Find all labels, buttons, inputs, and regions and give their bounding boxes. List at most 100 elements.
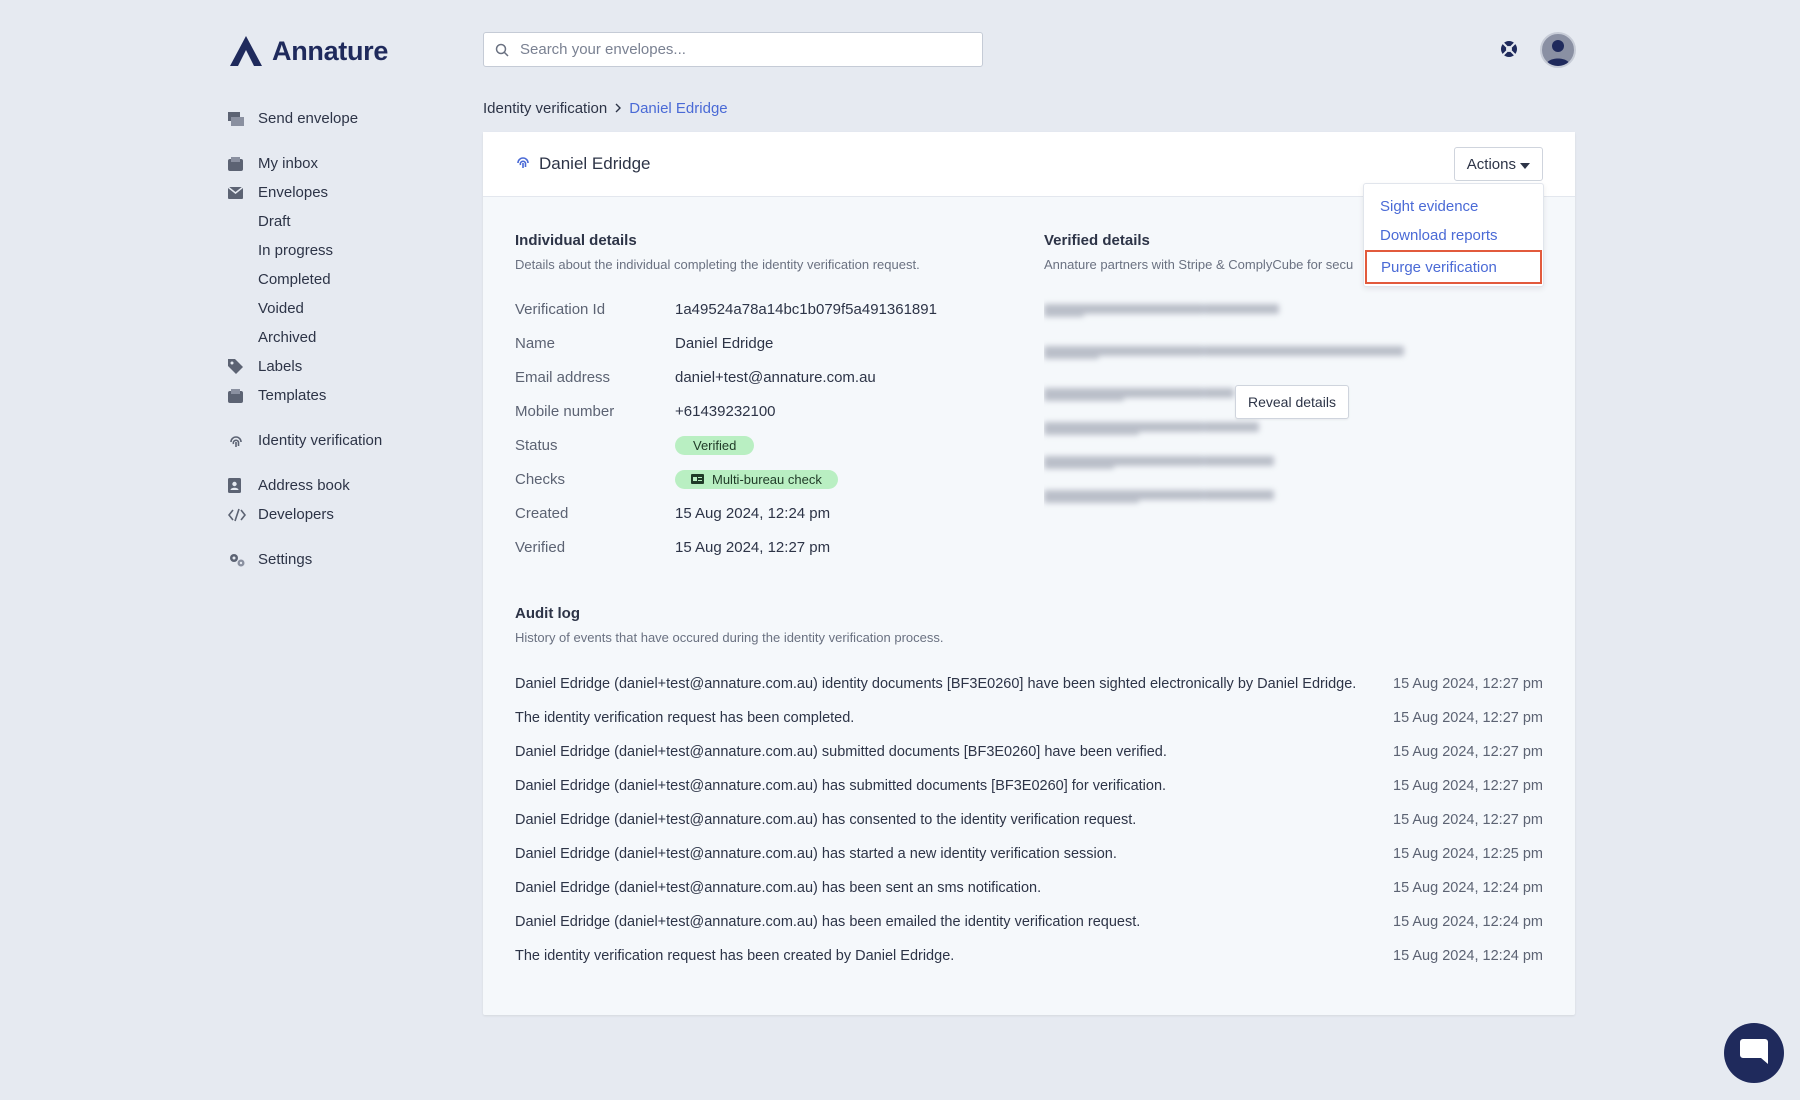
settings-gear-icon[interactable] <box>1498 38 1520 60</box>
audit-time: 15 Aug 2024, 12:24 pm <box>1393 948 1543 964</box>
audit-time: 15 Aug 2024, 12:27 pm <box>1393 676 1543 692</box>
audit-time: 15 Aug 2024, 12:27 pm <box>1393 812 1543 828</box>
fingerprint-icon <box>228 433 258 449</box>
templates-icon <box>228 388 258 403</box>
page-title: Daniel Edridge <box>539 154 651 173</box>
chat-button[interactable] <box>1724 1023 1784 1083</box>
inbox-icon <box>228 156 258 171</box>
search-box[interactable] <box>483 32 983 67</box>
verified-details-subtitle: Annature partners with Stripe & ComplyCu… <box>1044 257 1354 272</box>
actions-label: Actions <box>1466 155 1516 173</box>
chevron-right-icon <box>613 100 623 117</box>
sidebar-item-my-inbox[interactable]: My inbox <box>228 149 448 178</box>
sidebar-item-label: Send envelope <box>258 110 359 127</box>
detail-value: 1a49524a78a14bc1b079f5a491361891 <box>675 300 937 318</box>
sidebar-item-draft[interactable]: Draft <box>228 207 448 236</box>
audit-row: Daniel Edridge (daniel+test@annature.com… <box>515 871 1543 905</box>
audit-time: 15 Aug 2024, 12:27 pm <box>1393 710 1543 726</box>
sidebar-item-identity-verification[interactable]: Identity verification <box>228 426 448 455</box>
audit-row: Daniel Edridge (daniel+test@annature.com… <box>515 803 1543 837</box>
address-book-icon <box>228 478 258 493</box>
detail-row: Name Daniel Edridge <box>515 326 995 360</box>
detail-key: Mobile number <box>515 402 615 420</box>
sidebar-item-envelopes[interactable]: Envelopes <box>228 178 448 207</box>
menu-item-download-reports[interactable]: Download reports <box>1364 221 1543 250</box>
sidebar-item-label: Voided <box>258 300 304 317</box>
reveal-details-button[interactable]: Reveal details <box>1235 385 1349 419</box>
sidebar-item-developers[interactable]: Developers <box>228 500 448 529</box>
audit-time: 15 Aug 2024, 12:27 pm <box>1393 744 1543 760</box>
sidebar-item-label: My inbox <box>258 155 319 172</box>
sidebar-item-labels[interactable]: Labels <box>228 352 448 381</box>
audit-log: Audit log History of events that have oc… <box>515 605 1543 973</box>
sidebar-item-send-envelope[interactable]: Send envelope <box>228 104 448 133</box>
detail-value: Daniel Edridge <box>675 334 774 352</box>
chat-icon <box>1739 1037 1769 1070</box>
sidebar-item-label: Archived <box>258 329 317 346</box>
annature-logo-icon <box>230 36 262 66</box>
sidebar-item-label: Developers <box>258 506 334 523</box>
audit-row: Daniel Edridge (daniel+test@annature.com… <box>515 667 1543 701</box>
audit-message: Daniel Edridge (daniel+test@annature.com… <box>515 880 1042 896</box>
detail-row: Email address daniel+test@annature.com.au <box>515 360 995 394</box>
sidebar-item-voided[interactable]: Voided <box>228 294 448 323</box>
gears-icon <box>228 552 258 567</box>
app-name: Annature <box>272 35 389 66</box>
sidebar-item-label: Draft <box>258 213 291 230</box>
sidebar-item-in-progress[interactable]: In progress <box>228 236 448 265</box>
breadcrumb-current[interactable]: Daniel Edridge <box>629 100 727 117</box>
caret-down-icon <box>1520 156 1530 173</box>
id-card-icon <box>691 472 704 487</box>
detail-row: Status Verified <box>515 428 995 462</box>
sidebar-item-label: Templates <box>258 387 327 404</box>
audit-time: 15 Aug 2024, 12:25 pm <box>1393 846 1543 862</box>
search-input[interactable] <box>520 41 960 58</box>
detail-key: Created <box>515 504 569 522</box>
individual-details: Individual details Details about the ind… <box>515 232 995 564</box>
fingerprint-icon <box>515 154 531 175</box>
user-avatar[interactable] <box>1540 32 1576 68</box>
detail-key: Checks <box>515 470 566 488</box>
audit-row: Daniel Edridge (daniel+test@annature.com… <box>515 905 1543 939</box>
sidebar-item-address-book[interactable]: Address book <box>228 471 448 500</box>
sidebar: Send envelope My inbox Envelopes Draft I… <box>228 104 448 574</box>
actions-button[interactable]: Actions <box>1453 147 1543 181</box>
actions-dropdown: Sight evidence Download reports Purge ve… <box>1363 183 1544 287</box>
audit-message: Daniel Edridge (daniel+test@annature.com… <box>515 778 1167 794</box>
detail-key: Status <box>515 436 558 454</box>
detail-value: 15 Aug 2024, 12:24 pm <box>675 504 831 522</box>
sidebar-item-archived[interactable]: Archived <box>228 323 448 352</box>
audit-time: 15 Aug 2024, 12:24 pm <box>1393 914 1543 930</box>
audit-message: The identity verification request has be… <box>515 948 955 964</box>
sidebar-item-settings[interactable]: Settings <box>228 545 448 574</box>
detail-key: Name <box>515 334 556 352</box>
audit-log-subtitle: History of events that have occured duri… <box>515 630 944 645</box>
sidebar-item-completed[interactable]: Completed <box>228 265 448 294</box>
audit-time: 15 Aug 2024, 12:24 pm <box>1393 880 1543 896</box>
audit-row: The identity verification request has be… <box>515 939 1543 973</box>
user-icon <box>1546 40 1570 66</box>
breadcrumb-root[interactable]: Identity verification <box>483 100 607 117</box>
audit-message: Daniel Edridge (daniel+test@annature.com… <box>515 812 1137 828</box>
audit-row: Daniel Edridge (daniel+test@annature.com… <box>515 837 1543 871</box>
tag-icon <box>228 359 258 374</box>
audit-row: The identity verification request has be… <box>515 701 1543 735</box>
detail-value: 15 Aug 2024, 12:27 pm <box>675 538 831 556</box>
audit-message: Daniel Edridge (daniel+test@annature.com… <box>515 744 1167 760</box>
detail-row: Verified 15 Aug 2024, 12:27 pm <box>515 530 995 564</box>
audit-message: The identity verification request has be… <box>515 710 855 726</box>
code-icon <box>228 508 258 522</box>
menu-item-sight-evidence[interactable]: Sight evidence <box>1364 192 1543 221</box>
annature-logo[interactable]: Annature <box>228 34 388 68</box>
audit-log-title: Audit log <box>515 605 580 622</box>
audit-time: 15 Aug 2024, 12:27 pm <box>1393 778 1543 794</box>
audit-message: Daniel Edridge (daniel+test@annature.com… <box>515 676 1357 692</box>
menu-item-purge-verification[interactable]: Purge verification <box>1365 250 1542 284</box>
audit-row: Daniel Edridge (daniel+test@annature.com… <box>515 735 1543 769</box>
check-badge-label: Multi-bureau check <box>712 471 822 487</box>
send-envelope-icon <box>228 111 258 126</box>
search-icon <box>484 43 520 57</box>
sidebar-item-templates[interactable]: Templates <box>228 381 448 410</box>
breadcrumb: Identity verification Daniel Edridge <box>483 100 728 117</box>
check-badge: Multi-bureau check <box>675 469 838 489</box>
